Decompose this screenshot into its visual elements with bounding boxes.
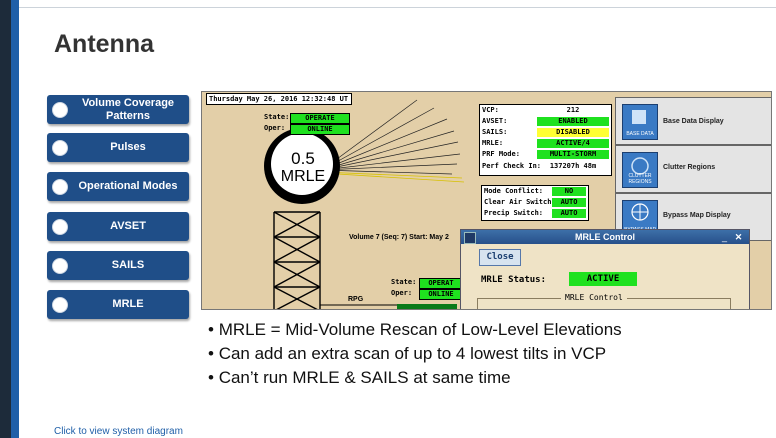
status-key: MRLE:: [482, 139, 504, 147]
state2-label: State:: [391, 278, 417, 286]
status-value: ENABLED: [537, 117, 609, 126]
radio-icon: [52, 219, 68, 235]
bullet-item: • MRLE = Mid-Volume Rescan of Low-Level …: [208, 320, 622, 339]
status-key: PRF Mode:: [482, 150, 520, 158]
nav-button-operational-modes[interactable]: Operational Modes: [47, 172, 189, 201]
mrle-status-label: MRLE Status:: [481, 275, 547, 285]
state-label: State:: [264, 113, 290, 121]
bullet-item: • Can add an extra scan of up to 4 lowes…: [208, 344, 607, 363]
base-data-display-button[interactable]: BASE DATA Base Data Display: [615, 97, 771, 145]
rpg-label: RPG: [348, 296, 364, 303]
status-key: VCP:: [482, 106, 499, 114]
top-divider: [0, 7, 776, 8]
app-menu-icon[interactable]: [464, 232, 476, 244]
state2-value: OPERAT: [419, 278, 463, 289]
status-value: 212: [537, 106, 609, 115]
switch-key: Precip Switch:: [484, 209, 544, 217]
state-value: OPERATE: [290, 113, 350, 124]
left-accent-bar-blue: [11, 0, 19, 438]
mrle-status-value: ACTIVE: [569, 272, 637, 286]
switch-key: Clear Air Switch:: [484, 198, 556, 206]
oper2-value: ONLINE: [419, 289, 463, 300]
minimize-icon[interactable]: _: [719, 232, 730, 242]
oper-value: ONLINE: [290, 124, 350, 135]
status-key: SAILS:: [482, 128, 508, 136]
mrle-control-group-label: MRLE Control: [561, 293, 627, 302]
elevation-mode: MRLE: [280, 168, 326, 185]
close-window-icon[interactable]: ✕: [733, 232, 744, 242]
nav-button-volume-coverage-patterns[interactable]: Volume Coverage Patterns: [47, 95, 189, 124]
radio-icon: [52, 179, 68, 195]
nav-button-pulses[interactable]: Pulses: [47, 133, 189, 162]
status-value: 137207h 48m: [549, 162, 597, 170]
bullet-list: • MRLE = Mid-Volume Rescan of Low-Level …: [208, 318, 622, 390]
nav-button-mrle[interactable]: MRLE: [47, 290, 189, 319]
dialog-titlebar: MRLE Control: [461, 230, 749, 244]
switch-value: AUTO: [552, 198, 586, 207]
datetime-readout: Thursday May 26, 2016 12:32:48 UT: [206, 93, 352, 105]
clutter-icon: CLUTTER REGIONS: [622, 152, 658, 188]
elevation-angle: 0.5: [291, 149, 315, 168]
radio-icon: [52, 258, 68, 274]
switch-key: Mode Conflict:: [484, 187, 544, 195]
status-value: DISABLED: [537, 128, 609, 137]
base-data-icon: BASE DATA: [622, 104, 658, 140]
slide-title: Antenna: [54, 30, 154, 58]
dialog-title: MRLE Control: [575, 232, 635, 242]
system-diagram-link[interactable]: Click to view system diagram: [54, 426, 183, 437]
left-accent-bar: [0, 0, 11, 438]
radio-icon: [52, 140, 68, 156]
status-key: AVSET:: [482, 117, 508, 125]
radio-icon: [52, 297, 68, 313]
switch-value: AUTO: [552, 209, 586, 218]
switch-value: NO: [552, 187, 586, 196]
volume-info: Volume 7 (Seq: 7) Start: May 2: [349, 234, 449, 241]
status-value: MULTI-STORM: [537, 150, 609, 159]
nav-button-sails[interactable]: SAILS: [47, 251, 189, 280]
switch-table: Mode Conflict: NO Clear Air Switch: AUTO…: [481, 185, 589, 221]
status-table: VCP: 212 AVSET: ENABLED SAILS: DISABLED …: [479, 104, 612, 176]
status-key: Perf Check In:: [482, 162, 542, 170]
radio-icon: [52, 102, 68, 118]
clutter-regions-button[interactable]: CLUTTER REGIONS Clutter Regions: [615, 145, 771, 193]
nav-button-avset[interactable]: AVSET: [47, 212, 189, 241]
oper-label: Oper:: [264, 124, 286, 132]
mrle-control-dialog: MRLE Control _ ✕ Close MRLE Status: ACTI…: [460, 229, 750, 309]
bullet-item: • Can’t run MRLE & SAILS at same time: [208, 368, 511, 387]
oper2-label: Oper:: [391, 289, 413, 297]
status-value: ACTIVE/4: [537, 139, 609, 148]
close-button[interactable]: Close: [479, 249, 521, 266]
rda-hci-screenshot: 0.5 MRLE Thursday May 26, 2016 12:32:48 …: [201, 91, 772, 310]
